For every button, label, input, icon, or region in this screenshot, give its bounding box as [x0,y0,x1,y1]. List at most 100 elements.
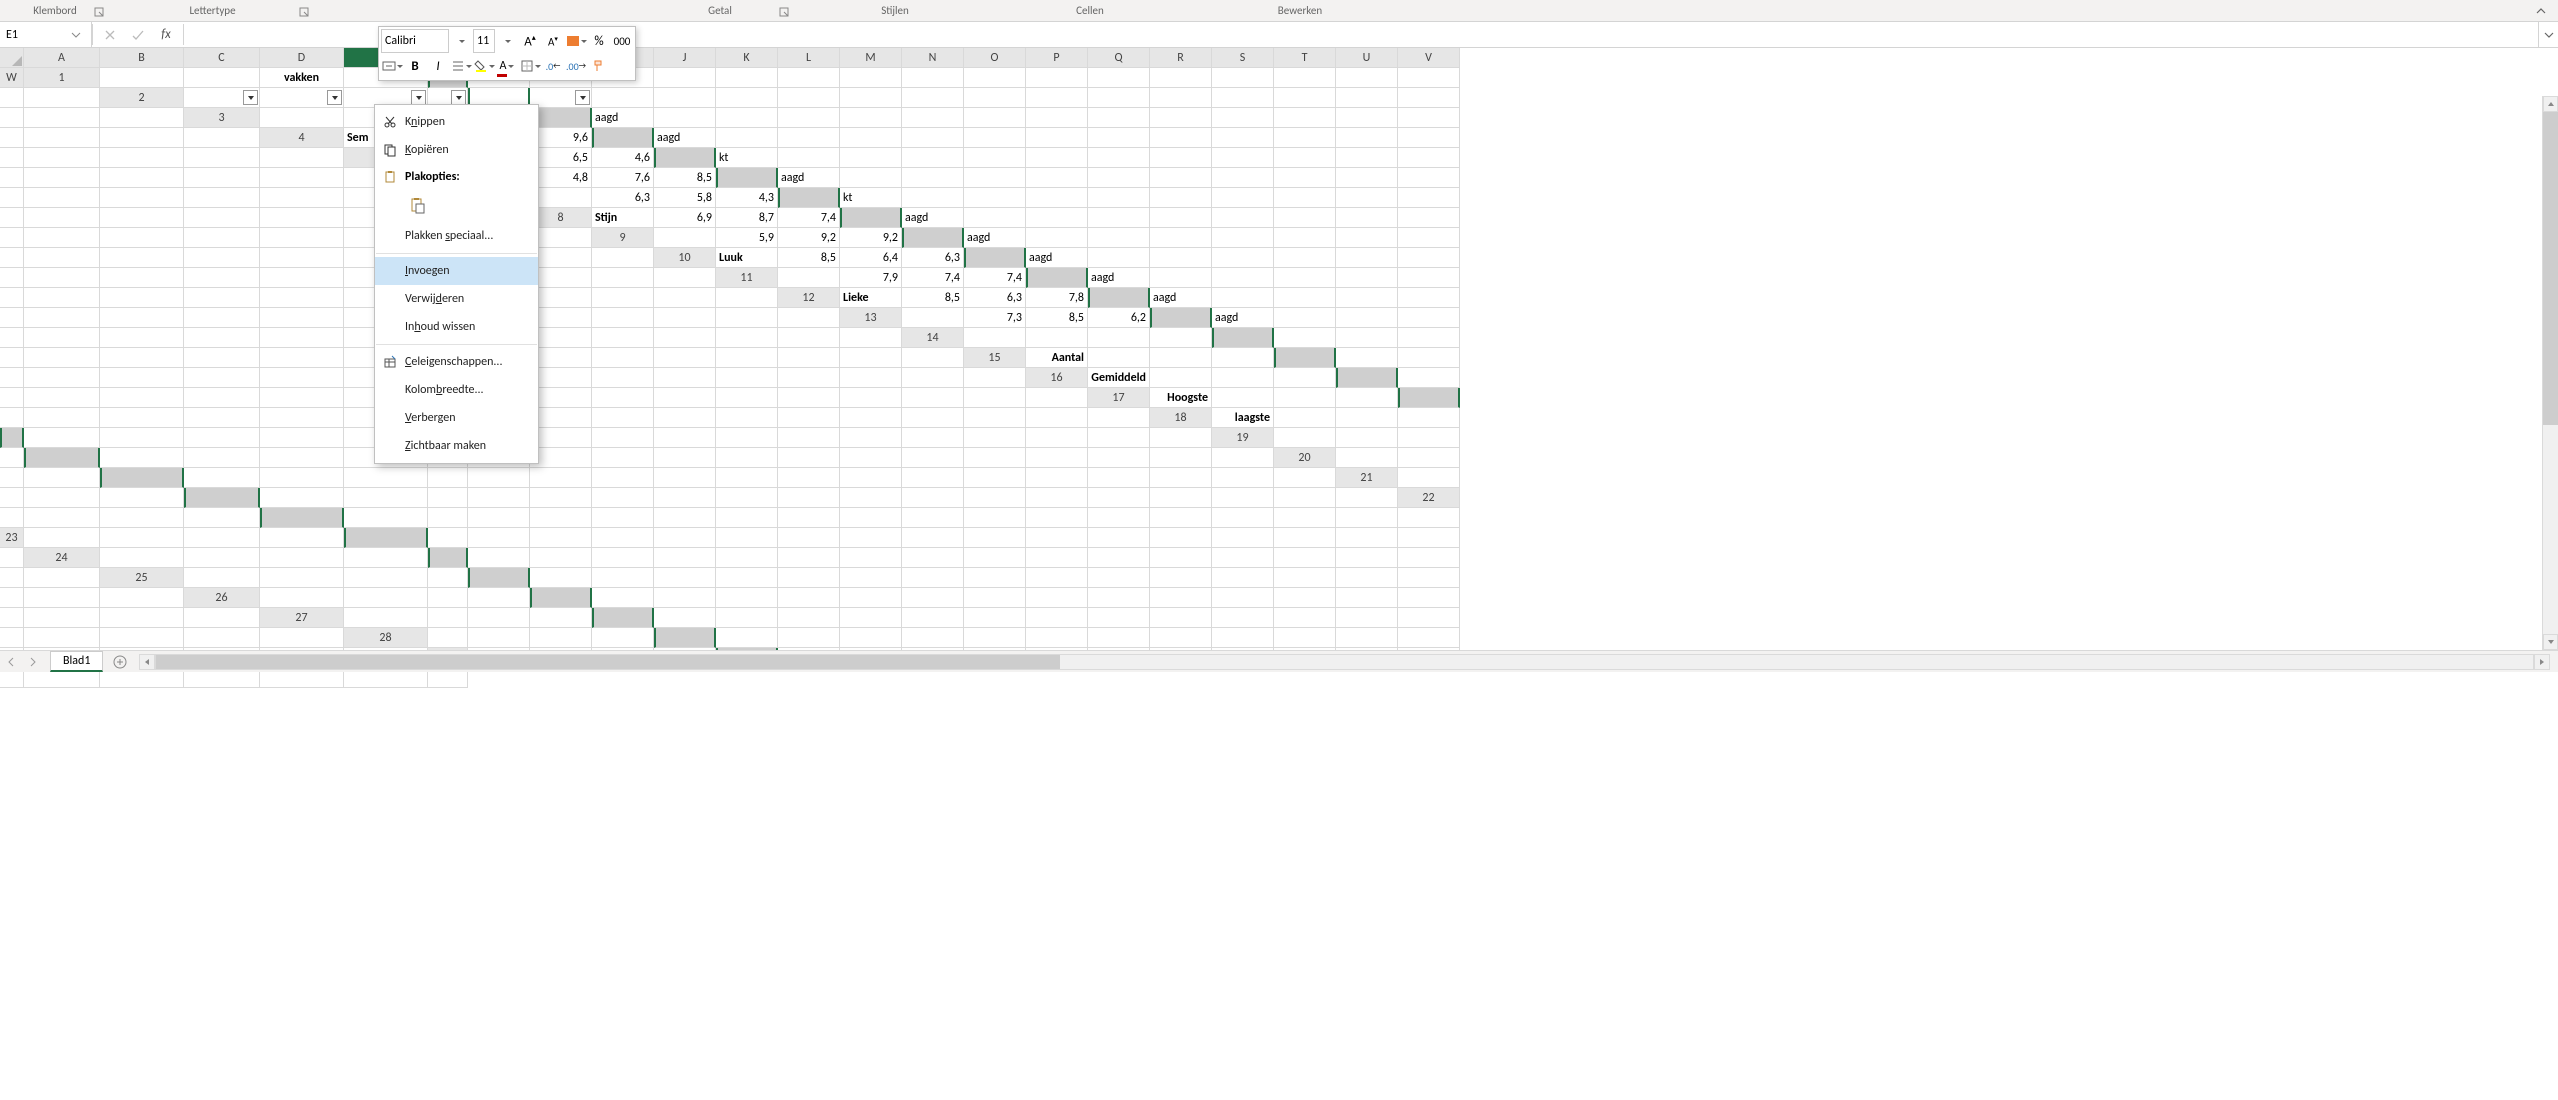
cell[interactable] [840,108,902,128]
cell[interactable]: Stijn [592,208,654,228]
cell[interactable] [0,128,24,148]
cell[interactable] [778,408,840,428]
cell[interactable]: aagd [1212,308,1274,328]
cell[interactable] [1274,128,1336,148]
column-header[interactable]: Q [1088,48,1150,68]
increase-decimal-icon[interactable]: .0← [542,54,564,78]
cell[interactable] [24,488,100,508]
cell[interactable] [1336,568,1398,588]
cell[interactable] [24,268,100,288]
cell[interactable] [1150,168,1212,188]
cell[interactable] [964,428,1026,448]
cell[interactable] [1398,248,1460,268]
cell[interactable] [1212,468,1274,488]
cell[interactable] [964,468,1026,488]
cell[interactable] [1274,328,1336,348]
cell[interactable] [964,608,1026,628]
cell[interactable] [716,128,778,148]
cell[interactable] [778,188,840,208]
cell[interactable] [428,608,468,628]
cell[interactable] [530,308,592,328]
cell[interactable] [778,108,840,128]
column-header[interactable]: R [1150,48,1212,68]
cell[interactable] [1026,168,1088,188]
cell[interactable] [840,328,902,348]
cell[interactable]: Bram [654,228,716,248]
cell[interactable] [100,428,184,448]
cell[interactable]: 5,8 [654,188,716,208]
cell[interactable] [840,68,902,88]
scroll-down-icon[interactable] [2543,634,2558,650]
decrease-decimal-icon[interactable]: .00→ [565,54,587,78]
row-header[interactable]: 21 [1336,468,1398,488]
cell[interactable] [260,208,344,228]
cell[interactable] [24,288,100,308]
cell[interactable]: 6,2 [1088,308,1150,328]
cell[interactable] [902,448,964,468]
row-header[interactable]: 27 [260,608,344,628]
cell[interactable] [964,128,1026,148]
cell[interactable] [716,308,778,328]
cell[interactable] [260,508,344,528]
cell[interactable] [530,448,592,468]
cell[interactable] [100,528,184,548]
cell[interactable] [100,168,184,188]
cell[interactable] [530,108,592,128]
cell[interactable] [260,428,344,448]
row-header[interactable]: 1 [24,68,100,88]
cell[interactable] [1274,188,1336,208]
cell[interactable] [1274,168,1336,188]
vertical-scrollbar[interactable] [2542,96,2558,650]
font-name-drop-icon[interactable] [450,29,472,53]
cell[interactable] [184,608,260,628]
cell[interactable] [1398,88,1460,108]
cell[interactable] [778,128,840,148]
cell[interactable] [840,508,902,528]
cell[interactable] [184,208,260,228]
cell[interactable] [716,468,778,488]
cell[interactable] [1274,568,1336,588]
filter-drop-icon[interactable] [451,90,466,105]
cell[interactable] [1398,188,1460,208]
cell[interactable] [344,588,428,608]
cell[interactable] [468,568,530,588]
cell[interactable] [1026,448,1088,468]
cell[interactable] [1336,588,1398,608]
cell[interactable] [778,88,840,108]
cell[interactable] [1336,208,1398,228]
cell[interactable] [1026,388,1088,408]
cell[interactable] [654,68,716,88]
cell[interactable] [260,348,344,368]
cell[interactable] [964,328,1026,348]
cell[interactable] [24,368,100,388]
cell[interactable] [716,428,778,448]
cell[interactable] [1274,628,1336,648]
cell[interactable] [716,388,778,408]
cell[interactable]: Daan [260,108,344,128]
cell[interactable] [428,508,468,528]
cell[interactable] [1212,168,1274,188]
cell[interactable] [1212,148,1274,168]
cell[interactable] [260,308,344,328]
cell[interactable] [1212,228,1274,248]
cell[interactable] [592,608,654,628]
cell[interactable] [1150,248,1212,268]
cell[interactable] [530,408,592,428]
cell[interactable] [1212,248,1274,268]
cell[interactable] [1274,208,1336,228]
row-header[interactable]: 9 [592,228,654,248]
cell[interactable] [0,388,24,408]
cell[interactable]: aagd [1150,288,1212,308]
cell[interactable] [592,88,654,108]
cell[interactable] [1212,348,1274,368]
cell[interactable] [1088,568,1150,588]
cell[interactable] [716,368,778,388]
cell[interactable] [100,208,184,228]
cell[interactable] [1336,368,1398,388]
cell[interactable] [1088,448,1150,468]
cell[interactable] [100,68,184,88]
cell[interactable] [1150,468,1212,488]
cell[interactable] [530,388,592,408]
cell[interactable] [530,468,592,488]
cell[interactable] [184,628,260,648]
